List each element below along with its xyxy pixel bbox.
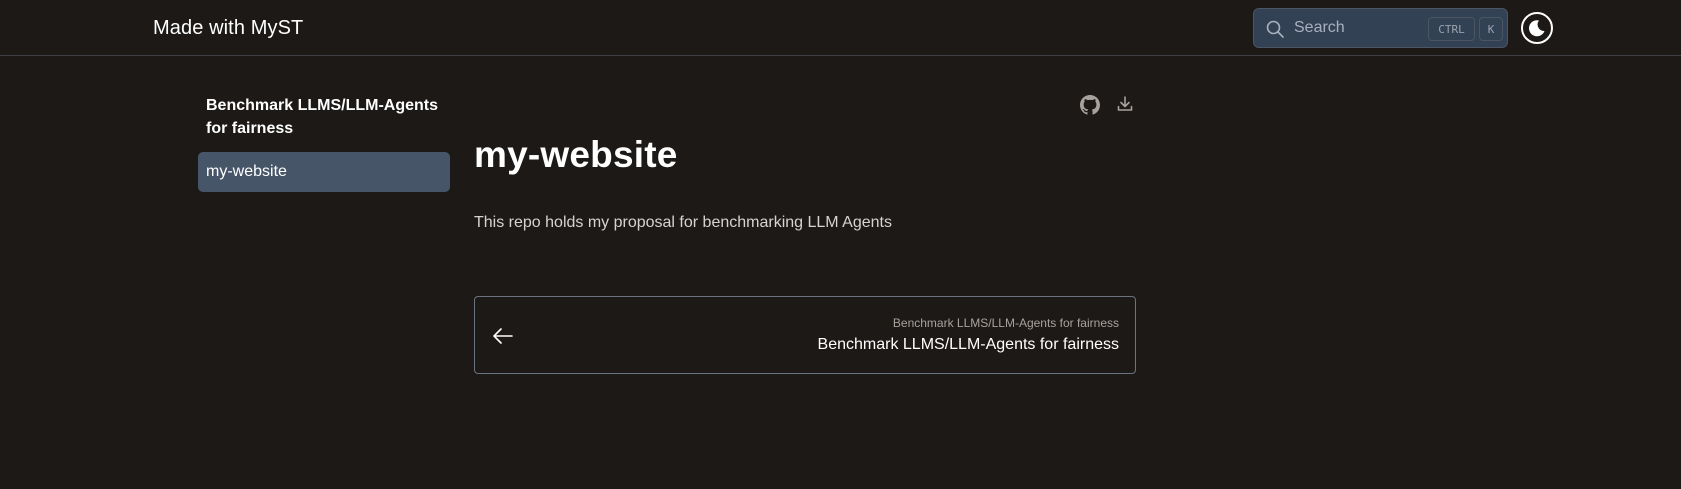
- arrow-left-icon: [493, 328, 513, 344]
- theme-toggle-button[interactable]: [1521, 12, 1553, 44]
- page-description: This repo holds my proposal for benchmar…: [474, 214, 892, 231]
- search-button[interactable]: Search CTRL K: [1253, 8, 1508, 48]
- previous-page-caption: Benchmark LLMS/LLM-Agents for fairness: [892, 316, 1119, 330]
- shortcut-k-key: K: [1479, 17, 1503, 41]
- download-icon[interactable]: [1115, 94, 1135, 114]
- moon-icon: [1528, 20, 1545, 37]
- shortcut-ctrl-key: CTRL: [1428, 17, 1475, 41]
- previous-page-title: Benchmark LLMS/LLM-Agents for fairness: [817, 336, 1119, 353]
- github-icon[interactable]: [1080, 95, 1100, 115]
- search-icon: [1266, 20, 1284, 38]
- sidebar-item-my-website[interactable]: my-website: [198, 152, 450, 192]
- sidebar-item-label: my-website: [206, 163, 287, 180]
- site-title-link[interactable]: Made with MyST: [153, 17, 303, 40]
- page-title: my-website: [474, 134, 678, 175]
- search-placeholder: Search: [1294, 19, 1345, 36]
- top-navbar: Made with MyST Search CTRL K: [0, 0, 1681, 56]
- sidebar-project-heading[interactable]: Benchmark LLMS/LLM-Agents for fairness: [206, 94, 446, 140]
- previous-page-link[interactable]: Benchmark LLMS/LLM-Agents for fairness B…: [474, 296, 1136, 374]
